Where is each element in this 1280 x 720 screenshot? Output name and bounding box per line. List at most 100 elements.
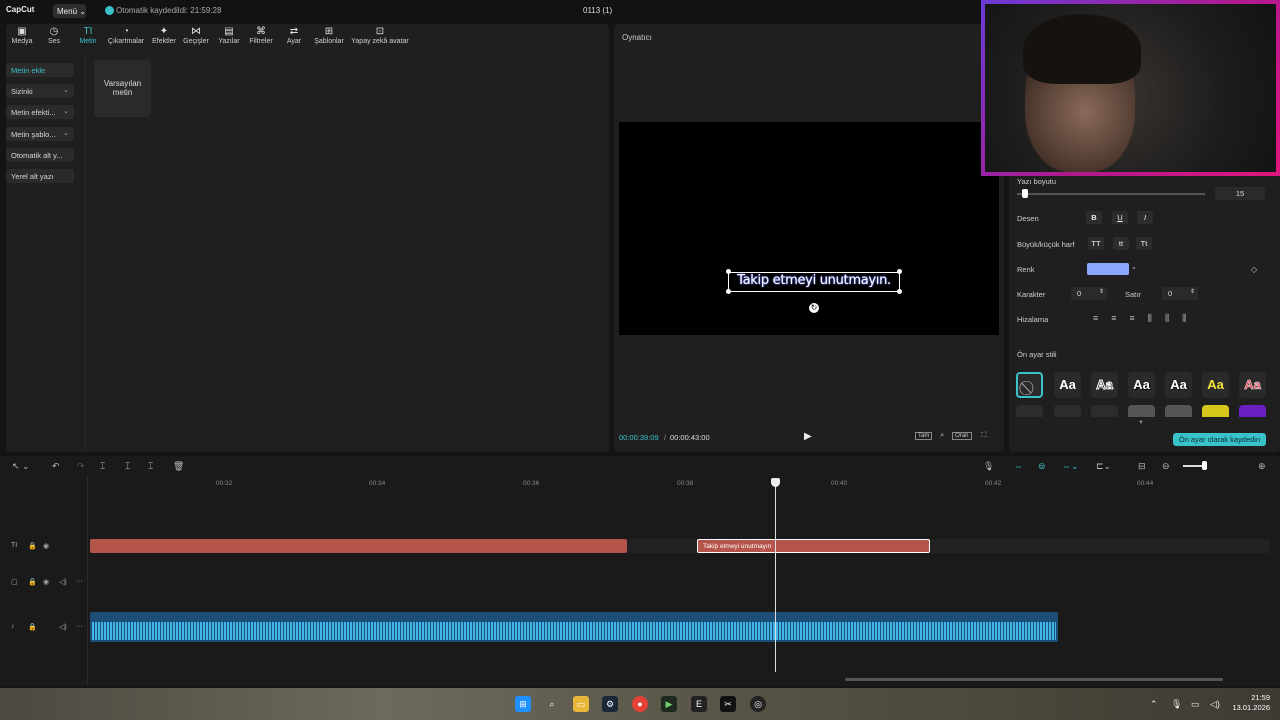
preset-none-icon[interactable]: ⃠ — [1016, 372, 1043, 398]
italic-button[interactable]: I — [1137, 211, 1153, 224]
tool-adjust[interactable]: ⇄ Ayar — [283, 26, 305, 45]
preset-style[interactable] — [1128, 405, 1155, 417]
video-viewport[interactable] — [619, 122, 999, 335]
system-clock[interactable]: 21:59 13.01.2026 — [1232, 693, 1270, 713]
microphone-icon[interactable]: 🎙 — [1171, 699, 1182, 710]
steam-icon[interactable]: ⚙ — [602, 696, 618, 712]
delete-icon[interactable]: 🗑 — [173, 461, 184, 472]
underline-button[interactable]: U — [1112, 211, 1128, 224]
lock-icon[interactable]: 🔒 — [28, 578, 37, 586]
stepper-icon[interactable]: ⇕ — [1190, 288, 1195, 295]
tool-captions[interactable]: ▤ Yazılar — [215, 26, 243, 45]
split-icon[interactable]: ⌶ — [100, 461, 105, 472]
align-middle-icon[interactable]: ⫼ — [1165, 313, 1182, 323]
playhead[interactable] — [775, 480, 776, 672]
preset-style[interactable]: Aa — [1128, 372, 1155, 398]
chevron-down-icon[interactable]: ▼ — [1138, 420, 1144, 426]
tool-templates[interactable]: ⊞ Şablonlar — [312, 26, 346, 45]
lowercase-button[interactable]: tt — [1113, 237, 1129, 250]
line-spacing-input[interactable]: 0 ⇕ — [1162, 287, 1198, 300]
timeline-scrollbar[interactable] — [845, 678, 1223, 681]
preset-style[interactable] — [1054, 405, 1081, 417]
microphone-icon[interactable]: 🎙 — [983, 461, 994, 472]
eye-icon[interactable]: ◉ — [43, 578, 49, 586]
zoom-icon[interactable]: ⌕ — [940, 432, 944, 439]
rotate-icon[interactable]: ↻ — [809, 303, 819, 313]
stepper-icon[interactable]: ⇕ — [1099, 288, 1104, 295]
resize-handle[interactable] — [726, 269, 731, 274]
caption-icon[interactable]: ⊟ — [1138, 461, 1146, 472]
speaker-icon[interactable]: ◁) — [59, 578, 67, 586]
font-size-slider-knob[interactable] — [1021, 189, 1028, 198]
preview-axis-icon[interactable]: ⊏⌄ — [1096, 461, 1111, 472]
eye-icon[interactable]: ◉ — [43, 542, 49, 550]
sidebar-item-text-templates[interactable]: Metin şablo... ⌄ — [6, 127, 74, 141]
redo-icon[interactable]: ↷ — [77, 461, 85, 472]
file-explorer-icon[interactable]: ▭ — [573, 696, 589, 712]
sidebar-item-auto-captions[interactable]: Otomatik alt y... — [6, 148, 74, 162]
tool-stickers[interactable]: ◔ Çıkartmalar — [106, 26, 146, 45]
preset-style[interactable]: Aa — [1054, 372, 1081, 398]
sidebar-item-yours[interactable]: Sizinki ⌄ — [6, 84, 74, 98]
align-bottom-icon[interactable]: ⫼ — [1182, 313, 1199, 323]
zoom-out-icon[interactable]: ⊖ — [1162, 461, 1170, 472]
menu-button[interactable]: Menü ⌄ — [53, 4, 86, 18]
fit-button[interactable]: Tam — [915, 432, 933, 440]
epic-games-icon[interactable]: E — [691, 696, 707, 712]
tray-expand-icon[interactable]: ⌃ — [1150, 699, 1158, 710]
preset-style[interactable]: Aa — [1202, 372, 1229, 398]
character-spacing-input[interactable]: 0 ⇕ — [1071, 287, 1107, 300]
sidebar-item-add-text[interactable]: Metin ekle — [6, 63, 74, 77]
save-preset-button[interactable]: Ön ayar olarak kaydedin — [1173, 433, 1266, 446]
keyframe-icon[interactable]: ◇ — [1251, 265, 1257, 274]
resize-handle[interactable] — [726, 289, 731, 294]
terminal-icon[interactable]: ▶ — [661, 696, 677, 712]
uppercase-button[interactable]: TT — [1088, 237, 1104, 250]
more-icon[interactable]: ··· — [76, 578, 83, 585]
windows-start-icon[interactable]: ⊞ — [515, 696, 531, 712]
tool-transitions[interactable]: ⋈ Geçişler — [182, 26, 210, 45]
tool-media[interactable]: ▣ Medya — [11, 26, 33, 45]
search-icon[interactable]: ⌕ — [544, 696, 560, 712]
preset-style[interactable] — [1165, 405, 1192, 417]
capcut-icon[interactable]: ✂ — [720, 696, 736, 712]
align-center-icon[interactable]: ≡ — [1111, 313, 1129, 323]
preset-style[interactable] — [1016, 405, 1043, 417]
preset-style[interactable] — [1239, 405, 1266, 417]
lock-icon[interactable]: 🔒 — [28, 542, 37, 550]
caption-text[interactable]: Takip etmeyi unutmayın. — [728, 273, 900, 288]
zoom-in-icon[interactable]: ⊕ — [1258, 461, 1266, 472]
zoom-slider-knob[interactable] — [1202, 461, 1207, 470]
preset-style[interactable]: Aa — [1091, 372, 1118, 398]
chevron-down-icon[interactable]: ⌄ — [1131, 263, 1137, 271]
split-left-icon[interactable]: ⌶ — [125, 461, 130, 472]
select-tool-icon[interactable]: ↖ ⌄ — [12, 461, 30, 472]
align-top-icon[interactable]: ⫼ — [1148, 313, 1165, 323]
tool-effects[interactable]: ✦ Efektler — [149, 26, 179, 45]
undo-icon[interactable]: ↶ — [52, 461, 60, 472]
align-right-icon[interactable]: ≡ — [1130, 313, 1148, 323]
speaker-icon[interactable]: ◁) — [59, 623, 67, 631]
resize-handle[interactable] — [897, 269, 902, 274]
preset-style[interactable]: Aa — [1165, 372, 1192, 398]
bold-button[interactable]: B — [1086, 211, 1102, 224]
titlecase-button[interactable]: Tt — [1136, 237, 1152, 250]
chrome-icon[interactable]: ● — [632, 696, 648, 712]
more-icon[interactable]: ··· — [76, 623, 83, 630]
text-clip[interactable] — [90, 539, 627, 553]
font-size-input[interactable]: 15 — [1215, 187, 1265, 200]
fullscreen-icon[interactable]: ⛶ — [981, 432, 986, 439]
sidebar-item-local-captions[interactable]: Yerel alt yazı — [6, 169, 74, 183]
align-left-icon[interactable]: ≡ — [1093, 313, 1111, 323]
magnet-icon[interactable]: ⊜ — [1038, 461, 1046, 472]
color-picker[interactable] — [1087, 263, 1129, 275]
play-icon[interactable]: ▶ — [804, 431, 814, 443]
text-clip-selected[interactable]: Takip etmeyi unutmayın — [697, 539, 930, 553]
preset-style[interactable] — [1202, 405, 1229, 417]
preset-style[interactable]: Aa — [1239, 372, 1266, 398]
resize-handle[interactable] — [897, 289, 902, 294]
default-text-card[interactable]: Varsayılan metin — [94, 60, 151, 117]
sidebar-item-text-effects[interactable]: Metin efekti... ⌄ — [6, 105, 74, 119]
lock-icon[interactable]: 🔒 — [28, 623, 37, 631]
volume-icon[interactable]: ◁) — [1210, 699, 1220, 710]
